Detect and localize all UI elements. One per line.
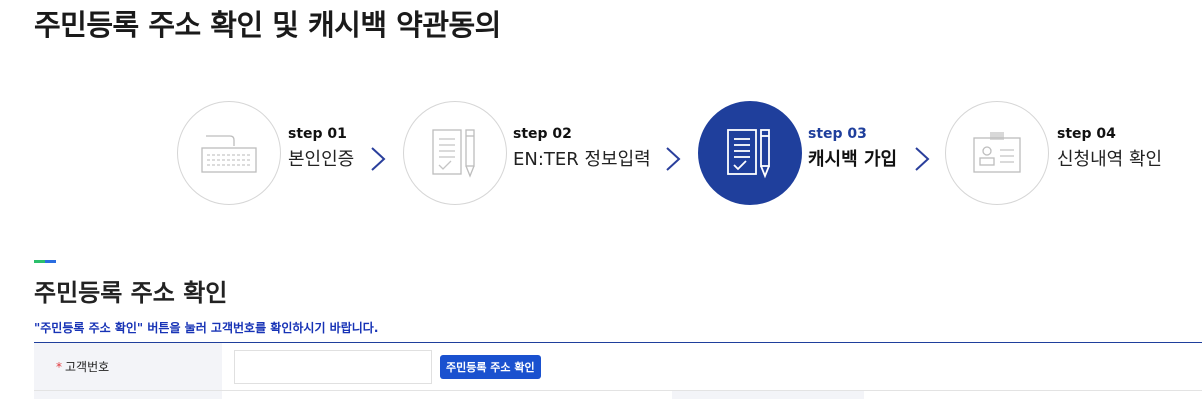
resident-address-check-button[interactable]: 주민등록 주소 확인 <box>440 354 541 379</box>
step-2-circle <box>403 101 507 205</box>
step-3-circle <box>698 101 802 205</box>
id-card-icon <box>973 132 1021 173</box>
customer-number-label-cell: * 고객번호 <box>34 343 222 390</box>
next-row-label-cell <box>34 391 222 399</box>
document-pencil-icon <box>432 129 475 178</box>
step-progress: step 01 본인인증 step 02 EN:TER 정보입력 step 03… <box>0 0 1202 240</box>
step-1-text: step 01 본인인증 <box>288 127 354 169</box>
next-row-value-cell-2 <box>864 391 1202 399</box>
step-2-label: EN:TER 정보입력 <box>513 149 651 170</box>
step-2-number: step 02 <box>513 126 572 142</box>
step-4-text: step 04 신청내역 확인 <box>1057 127 1162 169</box>
address-check-form: * 고객번호 주민등록 주소 확인 <box>34 342 1202 391</box>
section-title: 주민등록 주소 확인 <box>34 279 228 307</box>
customer-number-value-cell: 주민등록 주소 확인 <box>222 343 1202 390</box>
required-mark: * <box>56 359 62 374</box>
step-3-text: step 03 캐시백 가입 <box>808 127 897 169</box>
step-4-number: step 04 <box>1057 126 1116 142</box>
keyboard-icon <box>201 135 257 173</box>
notice-text: "주민등록 주소 확인" 버튼을 눌러 고객번호를 확인하시기 바랍니다. <box>34 321 379 335</box>
step-4-label: 신청내역 확인 <box>1057 149 1163 170</box>
step-1-label: 본인인증 <box>288 149 355 170</box>
customer-number-label: 고객번호 <box>65 360 110 374</box>
chevron-right-icon <box>371 147 386 171</box>
step-1-circle <box>177 101 281 205</box>
customer-number-row: * 고객번호 주민등록 주소 확인 <box>34 343 1202 391</box>
customer-number-input[interactable] <box>234 349 432 384</box>
step-4-circle <box>945 101 1049 205</box>
chevron-right-icon <box>666 147 681 171</box>
step-2-text: step 02 EN:TER 정보입력 <box>513 127 651 169</box>
step-1-number: step 01 <box>288 126 347 142</box>
step-3-label: 캐시백 가입 <box>808 149 898 170</box>
section-accent-bar <box>34 260 56 263</box>
next-row-value-cell <box>222 391 672 399</box>
chevron-right-icon <box>915 147 930 171</box>
next-row-label-cell-2 <box>672 391 864 399</box>
next-form-row <box>34 391 1202 399</box>
step-3-number: step 03 <box>808 126 867 142</box>
document-pencil-icon <box>727 129 770 179</box>
